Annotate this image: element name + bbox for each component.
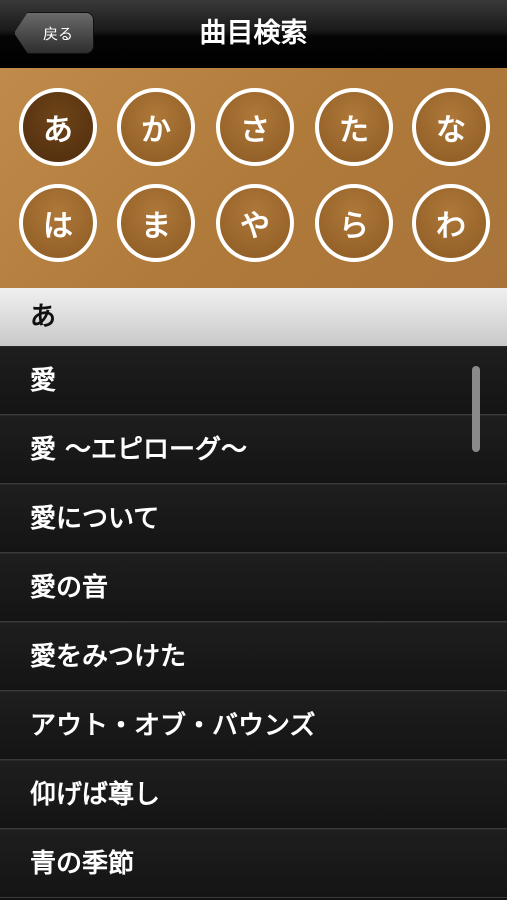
kana-button-sa[interactable]: さ xyxy=(216,88,294,166)
list-item[interactable]: 愛について xyxy=(0,484,507,553)
nav-bar: 戻る 曲目検索 xyxy=(0,0,507,68)
list-item[interactable]: 愛 xyxy=(0,346,507,415)
kana-index-panel: あ か さ た な は ま や ら わ xyxy=(0,68,507,288)
scrollbar[interactable] xyxy=(472,366,480,452)
list-item[interactable]: 愛 ～エピローグ～ xyxy=(0,415,507,484)
kana-button-ka[interactable]: か xyxy=(117,88,195,166)
kana-button-na[interactable]: な xyxy=(412,88,490,166)
section-header: あ xyxy=(0,288,507,346)
kana-button-ta[interactable]: た xyxy=(315,88,393,166)
kana-button-ra[interactable]: ら xyxy=(315,184,393,262)
kana-button-ya[interactable]: や xyxy=(216,184,294,262)
kana-button-wa[interactable]: わ xyxy=(412,184,490,262)
list-item[interactable]: 仰げば尊し xyxy=(0,760,507,829)
page-title: 曲目検索 xyxy=(199,18,308,49)
list-item[interactable]: 青の季節 xyxy=(0,829,507,898)
kana-button-ma[interactable]: ま xyxy=(117,184,195,262)
kana-button-a[interactable]: あ xyxy=(19,88,97,166)
list-item[interactable]: アウト・オブ・バウンズ xyxy=(0,691,507,760)
list-item[interactable]: 愛の音 xyxy=(0,553,507,622)
kana-button-ha[interactable]: は xyxy=(19,184,97,262)
list-item[interactable]: 愛をみつけた xyxy=(0,622,507,691)
song-list[interactable]: 愛 愛 ～エピローグ～ 愛について 愛の音 愛をみつけた アウト・オブ・バウンズ… xyxy=(0,346,507,900)
